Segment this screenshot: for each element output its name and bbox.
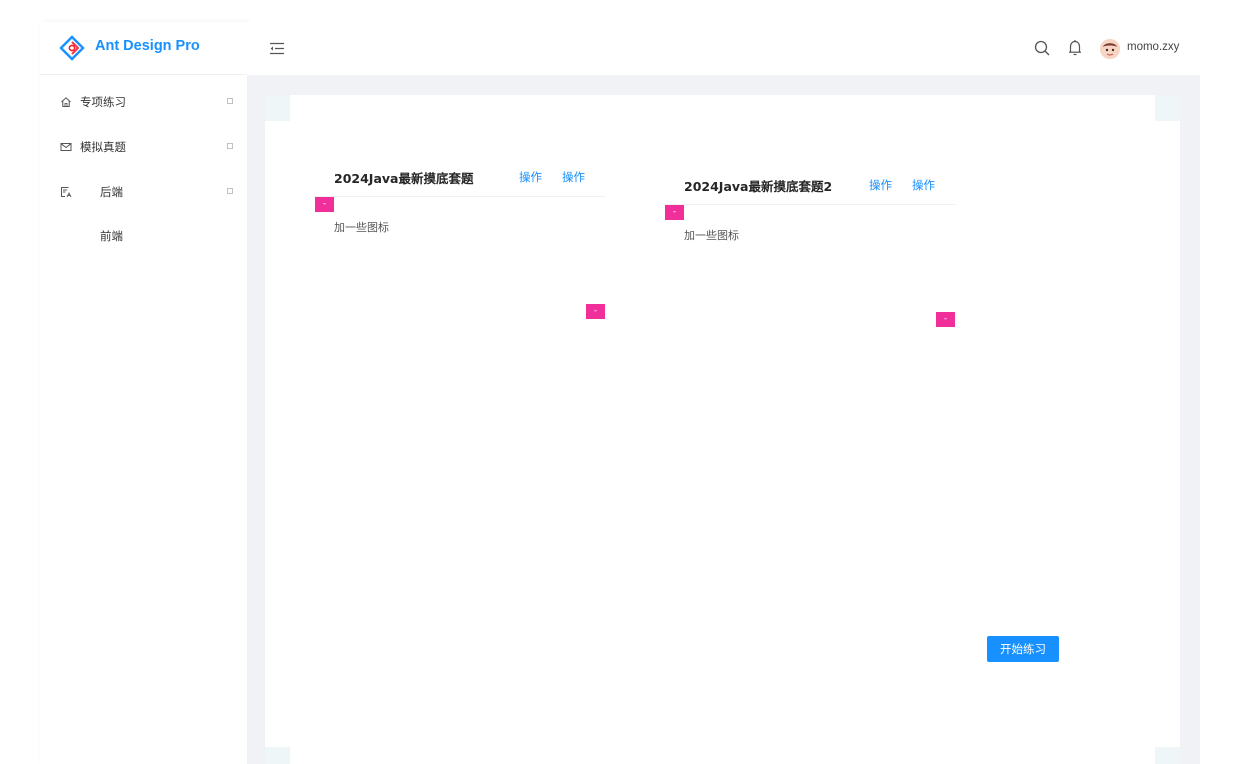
card-action-link[interactable]: 操作: [519, 169, 542, 185]
sidebar: Ant Design Pro 专项练习 模拟真题 后端 前端: [40, 22, 248, 764]
exam-card-1: 2024Java最新摸底套题 操作 操作 - 加一些图标 -: [315, 168, 605, 328]
submenu-arrow-icon: [227, 188, 233, 194]
bell-icon[interactable]: [1067, 39, 1083, 57]
card-divider: [315, 196, 605, 197]
avatar-image: [1100, 39, 1120, 59]
tag-badge[interactable]: -: [936, 312, 955, 327]
header: momo.zxy: [247, 22, 1200, 75]
card-title: 2024Java最新摸底套题: [334, 171, 474, 186]
decorative-corner: [265, 747, 290, 764]
sidebar-item-backend[interactable]: 后端: [40, 172, 247, 212]
sidebar-item-mock-exam[interactable]: 模拟真题: [40, 127, 247, 167]
tag-badge[interactable]: -: [315, 197, 334, 212]
decorative-corner: [1155, 95, 1180, 121]
decorative-corner: [1155, 747, 1180, 764]
sidebar-item-label: 专项练习: [80, 95, 126, 109]
home-icon: [61, 97, 71, 107]
submenu-arrow-icon: [227, 143, 233, 149]
card-action-link[interactable]: 操作: [869, 177, 892, 193]
card-description: 加一些图标: [334, 221, 389, 234]
sidebar-item-special-practice[interactable]: 专项练习: [40, 82, 247, 122]
tag-badge[interactable]: -: [665, 205, 684, 220]
app-root: Ant Design Pro 专项练习 模拟真题 后端 前端 momo.zxy …: [0, 0, 1255, 764]
exam-card-2: 2024Java最新摸底套题2 操作 操作 - 加一些图标 -: [665, 176, 955, 336]
start-practice-button[interactable]: 开始练习: [987, 636, 1059, 662]
logo[interactable]: Ant Design Pro: [40, 22, 247, 75]
submenu-arrow-icon: [227, 98, 233, 104]
search-icon[interactable]: [1034, 40, 1050, 56]
ant-design-logo-icon: [59, 35, 85, 61]
mail-icon: [60, 143, 72, 151]
sidebar-item-frontend[interactable]: 前端: [40, 216, 247, 256]
decorative-corner: [265, 95, 290, 121]
card-description: 加一些图标: [684, 229, 739, 242]
sidebar-item-label: 模拟真题: [80, 140, 126, 154]
username: momo.zxy: [1127, 41, 1180, 53]
card-title: 2024Java最新摸底套题2: [684, 179, 833, 194]
tag-badge[interactable]: -: [586, 304, 605, 319]
card-action-link[interactable]: 操作: [562, 169, 585, 185]
form-icon: [61, 187, 72, 198]
avatar[interactable]: [1100, 39, 1120, 59]
card-divider: [665, 204, 955, 205]
card-action-link[interactable]: 操作: [912, 177, 935, 193]
sidebar-item-label: 前端: [100, 229, 123, 243]
logo-text: Ant Design Pro: [95, 38, 200, 54]
sidebar-item-label: 后端: [100, 185, 123, 199]
menu-fold-icon[interactable]: [269, 42, 285, 55]
